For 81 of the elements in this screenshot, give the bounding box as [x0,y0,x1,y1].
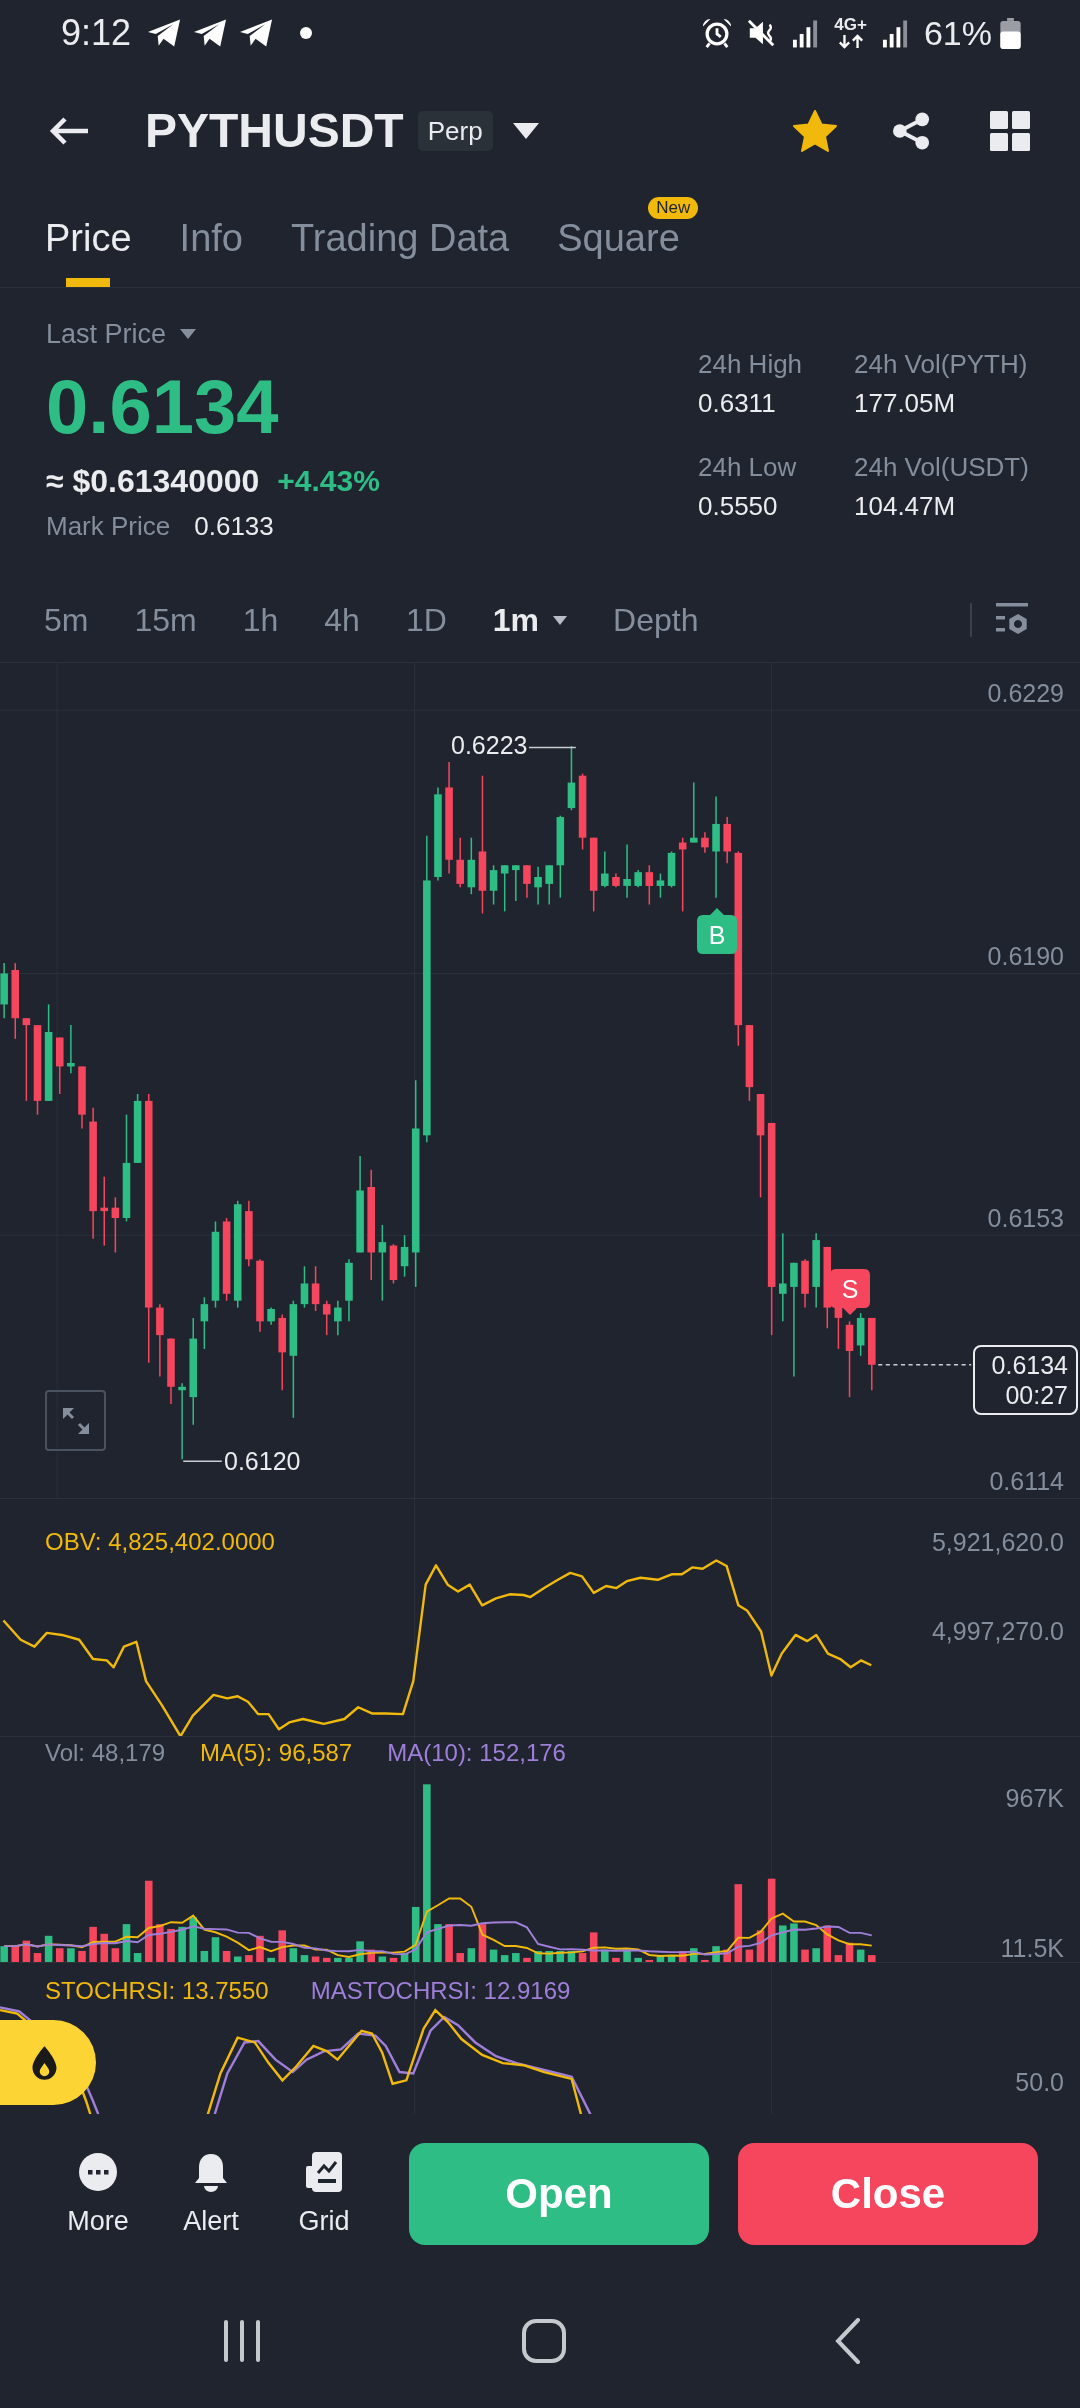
close-button[interactable]: Close [738,2143,1038,2245]
price-axis-label: 0.6153 [987,1203,1064,1233]
paper-plane-icon [239,18,275,48]
stat-label: 24h Vol(USDT) [854,451,1030,484]
more-icon [78,2152,118,2192]
interval-tab[interactable]: 4h [324,600,360,640]
stat-label: 24h Vol(PYTH) [854,348,1029,381]
obv-label: OBV: 4,825,402.0000 [45,1527,275,1557]
ma10-label: MA(10): 152,176 [387,1738,566,1768]
price-axis-label: 0.6114 [989,1466,1064,1496]
signal-icon [881,18,909,48]
fire-button[interactable] [0,2020,96,2105]
caret-icon[interactable] [512,123,539,139]
obv-axis-label: 5,921,620.0 [931,1527,1064,1557]
stochrsi-label: STOCHRSI: 13.7550 [45,1976,269,2006]
mastochrsi-label: MASTOCHRSI: 12.9169 [310,1976,571,2006]
stat-value: 104.47M [854,490,957,523]
price-type-dropdown[interactable]: Last Price [46,317,197,351]
leader-line [528,746,577,749]
interval-tab[interactable]: 1h [242,600,279,640]
countdown-text: 00:27 [1005,1380,1068,1410]
price-change: +4.43% [277,463,380,499]
home-icon[interactable] [522,2319,566,2363]
volume-axis-label: 967K [1005,1783,1064,1813]
notification-dot-icon [300,27,313,39]
usd-price: ≈ $0.61340000 [46,462,260,500]
last-price-text: 0.6134 [991,1350,1068,1380]
paper-plane-icon [147,18,183,48]
alert-button[interactable]: Alert [166,2152,256,2238]
open-button[interactable]: Open [409,2143,709,2245]
mark-price-label: Mark Price [46,510,171,543]
settings-icon[interactable] [996,603,1028,637]
ma5-label: MA(5): 96,587 [200,1738,353,1768]
recent-apps-icon[interactable] [222,2319,262,2363]
interval-tab[interactable]: 1m [492,600,568,640]
volume-label: Vol: 48,179 [45,1738,166,1768]
stat-value: 0.5550 [698,490,779,523]
new-badge: New [648,197,699,219]
stat-label: 24h High [698,348,804,381]
stat-value: 177.05M [854,387,957,420]
fullscreen-button[interactable] [45,1390,106,1451]
network-type-label: 4G+ [834,17,867,33]
battery-percent: 61% [923,13,992,53]
buy-marker: B [697,908,737,954]
interval-tab[interactable]: 5m [44,600,89,640]
battery-icon [1000,17,1021,49]
grid-button[interactable]: Grid [279,2152,369,2238]
more-button[interactable]: More [53,2152,143,2238]
leader-line [182,1460,223,1462]
alarm-clock-icon [702,18,733,48]
high-price-label: 0.6223 [451,730,528,760]
flame-icon [31,2044,58,2081]
status-time: 9:12 [61,13,132,53]
stat-label: 24h Low [698,451,798,484]
price-axis-label: 0.6229 [987,678,1064,708]
back-icon[interactable] [835,2318,861,2364]
data-arrows-icon [836,34,865,49]
star-icon[interactable] [793,110,837,152]
volume-axis-label: 11.5K [1000,1933,1064,1963]
caret-icon [180,329,197,339]
mark-price: 0.6133 [194,510,274,543]
obv-axis-label: 4,997,270.0 [931,1616,1064,1646]
tab[interactable]: Info [179,196,243,287]
stochrsi-axis-label: 50.0 [1015,2067,1064,2097]
sell-marker: S [830,1269,870,1315]
tab[interactable]: Trading Data [290,196,510,287]
back-arrow-icon[interactable] [48,115,90,147]
interval-tab[interactable]: 15m [134,600,197,640]
last-price: 0.6134 [46,367,280,447]
share-icon[interactable] [892,111,931,151]
interval-tab[interactable]: Depth [613,600,699,640]
stat-value: 0.6311 [698,387,777,420]
interval-tab[interactable]: 1D [405,600,447,640]
contract-badge: Perp [417,111,493,151]
paper-plane-icon [193,18,229,48]
low-price-label: 0.6120 [224,1446,301,1476]
signal-icon [792,18,820,48]
price-axis-label: 0.6190 [987,941,1064,971]
chart-document-icon [304,2152,344,2192]
symbol-title[interactable]: PYTHUSDT [145,103,404,159]
grid-icon[interactable] [990,111,1030,151]
